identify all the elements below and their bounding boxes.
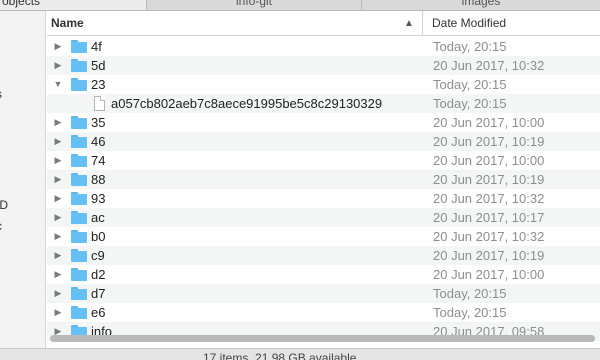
tab-images[interactable]: images: [362, 0, 600, 10]
item-date-modified: Today, 20:15: [433, 96, 507, 111]
folder-row[interactable]: ▶ d7 Today, 20:15: [47, 284, 600, 303]
item-name: 4f: [91, 39, 102, 54]
status-bar: 17 items, 21.98 GB available: [0, 348, 600, 360]
date-modified-column-header[interactable]: Date Modified: [424, 11, 600, 36]
folder-icon: [71, 268, 87, 281]
sidebar-item-3[interactable]: c: [0, 219, 2, 233]
item-name: 74: [91, 153, 106, 168]
folder-icon: [71, 40, 87, 53]
file-icon: [94, 96, 105, 111]
folder-icon: [71, 116, 87, 129]
item-name: b0: [91, 229, 106, 244]
item-name: d2: [91, 267, 106, 282]
folder-row[interactable]: ▶ 4f Today, 20:15: [47, 37, 600, 56]
folder-icon: [71, 211, 87, 224]
folder-row[interactable]: ▶ 93 20 Jun 2017, 10:32: [47, 189, 600, 208]
item-date-modified: 20 Jun 2017, 10:17: [433, 210, 545, 225]
folder-icon: [71, 306, 87, 319]
folder-icon: [71, 78, 87, 91]
folder-icon: [71, 249, 87, 262]
tab-info-git[interactable]: info-git: [147, 0, 362, 10]
rows-container: ▶ 4f Today, 20:15 ▶ 5d 20 Jun 2017, 10:32 ▼ 23 T…: [47, 37, 600, 341]
folder-icon: [71, 135, 87, 148]
item-date-modified: 20 Jun 2017, 10:19: [433, 172, 545, 187]
folder-row[interactable]: ▶ d2 20 Jun 2017, 10:00: [47, 265, 600, 284]
folder-icon: [71, 173, 87, 186]
disclosure-right-icon[interactable]: ▶: [53, 265, 63, 284]
folder-row[interactable]: ▼ 23 Today, 20:15: [47, 75, 600, 94]
folder-row[interactable]: ▶ 74 20 Jun 2017, 10:00: [47, 151, 600, 170]
item-date-modified: 20 Jun 2017, 10:00: [433, 267, 545, 282]
disclosure-right-icon[interactable]: ▶: [53, 56, 63, 75]
disclosure-right-icon[interactable]: ▶: [53, 284, 63, 303]
disclosure-right-icon[interactable]: ▶: [53, 132, 63, 151]
disclosure-down-icon[interactable]: ▼: [53, 75, 63, 94]
folder-row[interactable]: ▶ b0 20 Jun 2017, 10:32: [47, 227, 600, 246]
folder-row[interactable]: ▶ 46 20 Jun 2017, 10:19: [47, 132, 600, 151]
item-name: 88: [91, 172, 106, 187]
file-row[interactable]: a057cb802aeb7c8aece91995be5c8c29130329 To…: [47, 94, 600, 113]
disclosure-right-icon[interactable]: ▶: [53, 303, 63, 322]
item-name: 93: [91, 191, 106, 206]
disclosure-right-icon[interactable]: ▶: [53, 208, 63, 227]
item-date-modified: 20 Jun 2017, 10:19: [433, 134, 545, 149]
status-text: 17 items, 21.98 GB available: [203, 351, 357, 360]
folder-icon: [71, 287, 87, 300]
scrollbar-thumb[interactable]: [50, 335, 595, 342]
tab-bar: objects info-git images: [0, 0, 600, 11]
item-name: c9: [91, 248, 105, 263]
sidebar-item-1[interactable]: s: [0, 87, 2, 101]
item-date-modified: Today, 20:15: [433, 77, 507, 92]
item-name: e6: [91, 305, 106, 320]
folder-row[interactable]: ▶ e6 Today, 20:15: [47, 303, 600, 322]
item-date-modified: 20 Jun 2017, 10:19: [433, 248, 545, 263]
item-date-modified: 20 Jun 2017, 10:00: [433, 115, 545, 130]
chevron-up-icon: ▲: [404, 18, 414, 29]
sidebar: s ID c: [0, 11, 46, 348]
disclosure-right-icon[interactable]: ▶: [53, 113, 63, 132]
item-name: d7: [91, 286, 106, 301]
item-name: ac: [91, 210, 105, 225]
folder-row[interactable]: ▶ 88 20 Jun 2017, 10:19: [47, 170, 600, 189]
folder-row[interactable]: ▶ ac 20 Jun 2017, 10:17: [47, 208, 600, 227]
folder-icon: [71, 154, 87, 167]
tab-objects[interactable]: objects: [0, 0, 147, 10]
file-list: Name ▲ Date Modified ▶ 4f Today, 20:15 ▶ 5d 2…: [47, 11, 600, 348]
disclosure-right-icon[interactable]: ▶: [53, 246, 63, 265]
folder-row[interactable]: ▶ 5d 20 Jun 2017, 10:32: [47, 56, 600, 75]
item-name: 23: [91, 77, 106, 92]
name-column-header[interactable]: Name: [47, 11, 423, 36]
disclosure-right-icon[interactable]: ▶: [53, 227, 63, 246]
item-name: a057cb802aeb7c8aece91995be5c8c29130329: [111, 96, 383, 111]
item-date-modified: 20 Jun 2017, 10:32: [433, 229, 545, 244]
folder-icon: [71, 192, 87, 205]
item-date-modified: 20 Jun 2017, 10:00: [433, 153, 545, 168]
disclosure-right-icon[interactable]: ▶: [53, 37, 63, 56]
item-date-modified: Today, 20:15: [433, 305, 507, 320]
folder-icon: [71, 230, 87, 243]
folder-row[interactable]: ▶ c9 20 Jun 2017, 10:19: [47, 246, 600, 265]
folder-row[interactable]: ▶ 35 20 Jun 2017, 10:00: [47, 113, 600, 132]
horizontal-scrollbar[interactable]: [47, 334, 600, 343]
column-header: Name ▲ Date Modified: [47, 11, 600, 36]
item-date-modified: Today, 20:15: [433, 286, 507, 301]
item-date-modified: 20 Jun 2017, 10:32: [433, 58, 545, 73]
disclosure-right-icon[interactable]: ▶: [53, 189, 63, 208]
item-name: 5d: [91, 58, 106, 73]
item-name: 46: [91, 134, 106, 149]
item-date-modified: Today, 20:15: [433, 39, 507, 54]
disclosure-right-icon[interactable]: ▶: [53, 170, 63, 189]
sidebar-item-2[interactable]: ID: [0, 198, 8, 212]
disclosure-right-icon[interactable]: ▶: [53, 151, 63, 170]
item-name: 35: [91, 115, 106, 130]
item-date-modified: 20 Jun 2017, 10:32: [433, 191, 545, 206]
folder-icon: [71, 59, 87, 72]
